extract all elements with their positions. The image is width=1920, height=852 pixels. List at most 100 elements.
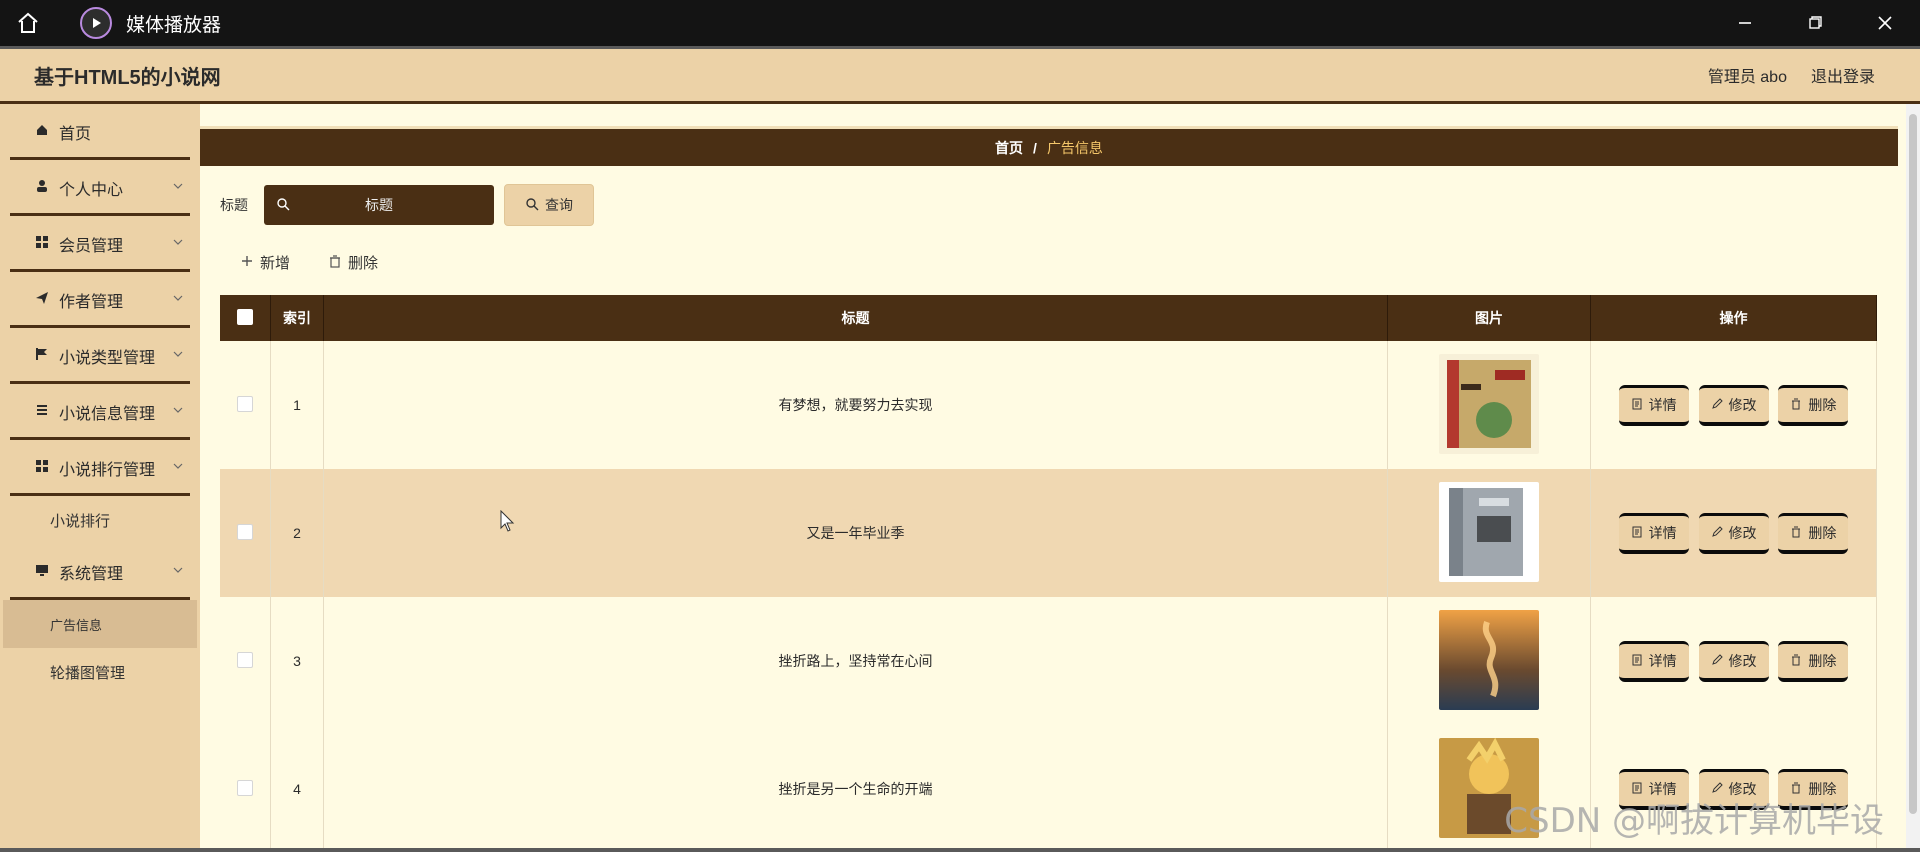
row-title: 有梦想，就要努力去实现 — [323, 341, 1388, 469]
row-index: 4 — [270, 725, 324, 852]
book-cover-grey-hardcover-image — [1439, 481, 1539, 582]
detail-button[interactable]: 详情 — [1618, 640, 1689, 682]
pencil-icon — [1711, 653, 1723, 669]
row-checkbox[interactable] — [237, 395, 253, 412]
select-all-header — [220, 295, 271, 341]
close-icon[interactable] — [1850, 0, 1920, 46]
site-title: 基于HTML5的小说网 — [34, 66, 221, 89]
book-cover-zhuangzi-image — [1439, 353, 1539, 454]
search-icon — [276, 197, 290, 214]
add-button[interactable]: 新增 — [240, 252, 290, 273]
delete-label: 删除 — [1808, 652, 1837, 669]
scrollbar-thumb[interactable] — [1909, 114, 1917, 814]
list-icon — [35, 403, 49, 422]
row-index: 3 — [270, 597, 324, 725]
row-image-cell — [1387, 597, 1591, 725]
bulk-delete-button[interactable]: 删除 — [328, 252, 378, 273]
breadcrumb-home[interactable]: 首页 — [995, 138, 1023, 158]
row-checkbox[interactable] — [237, 523, 253, 540]
search-icon — [525, 197, 539, 214]
table-row: 3 挫折路上，坚持常在心间 详情 修改 删除 — [220, 597, 1877, 725]
delete-button[interactable]: 删除 — [1778, 384, 1849, 426]
grid-icon — [35, 235, 49, 254]
trash-icon — [1790, 653, 1802, 669]
title-header: 标题 — [323, 295, 1388, 341]
detail-button[interactable]: 详情 — [1618, 384, 1689, 426]
row-title: 又是一年毕业季 — [323, 469, 1388, 597]
search-input[interactable]: 标题 — [264, 185, 494, 225]
detail-label: 详情 — [1648, 524, 1677, 541]
content-area: 首页 / 广告信息 标题 标题 查询 新增 删除 索引 标题 图片 操作 1 有… — [200, 104, 1920, 852]
table-row: 2 又是一年毕业季 详情 修改 删除 — [220, 469, 1877, 597]
user-icon — [35, 179, 49, 198]
sidebar-item-authors[interactable]: 作者管理 — [0, 272, 200, 328]
delete-button[interactable]: 删除 — [1778, 640, 1849, 682]
edit-button[interactable]: 修改 — [1698, 640, 1769, 682]
row-image-cell — [1387, 469, 1591, 597]
sidebar: 首页 个人中心 会员管理 作者管理 小说类型管理 小说信息管理 小说排行管理 小… — [0, 104, 200, 852]
row-image-cell — [1387, 341, 1591, 469]
sidebar-subitem-label: 轮播图管理 — [50, 664, 126, 682]
row-checkbox[interactable] — [237, 779, 253, 796]
delete-label: 删除 — [1808, 524, 1837, 541]
search-row: 标题 标题 查询 — [200, 184, 1920, 226]
logout-link[interactable]: 退出登录 — [1811, 63, 1875, 87]
mouse-cursor-icon — [500, 509, 516, 537]
edit-label: 修改 — [1728, 396, 1757, 413]
sidebar-item-label: 作者管理 — [59, 294, 124, 311]
sidebar-item-members[interactable]: 会员管理 — [0, 216, 200, 272]
sidebar-item-novel-ranking[interactable]: 小说排行管理 — [0, 440, 200, 496]
ops-header: 操作 — [1590, 295, 1877, 341]
sidebar-item-profile[interactable]: 个人中心 — [0, 160, 200, 216]
sidebar-subitem-carousel[interactable]: 轮播图管理 — [0, 648, 200, 696]
edit-button[interactable]: 修改 — [1698, 512, 1769, 554]
row-title: 挫折路上，坚持常在心间 — [323, 597, 1388, 725]
restore-icon[interactable] — [1780, 0, 1850, 46]
delete-button[interactable]: 删除 — [1778, 512, 1849, 554]
grid-icon — [35, 459, 49, 478]
chevron-down-icon — [172, 563, 184, 581]
edit-label: 修改 — [1728, 524, 1757, 541]
select-all-checkbox[interactable] — [237, 308, 253, 325]
window-title: 媒体播放器 — [126, 14, 222, 36]
minimize-icon[interactable] — [1710, 0, 1780, 46]
row-checkbox[interactable] — [237, 651, 253, 668]
edit-button[interactable]: 修改 — [1698, 384, 1769, 426]
row-ops-cell: 详情 修改 删除 — [1590, 597, 1877, 725]
pencil-icon — [1711, 397, 1723, 413]
plus-icon — [240, 254, 254, 272]
detail-label: 详情 — [1648, 652, 1677, 669]
home-icon[interactable] — [0, 11, 56, 35]
content-scrollbar[interactable] — [1906, 104, 1920, 852]
sidebar-item-system[interactable]: 系统管理 — [0, 544, 200, 600]
sidebar-item-novel-info[interactable]: 小说信息管理 — [0, 384, 200, 440]
sidebar-subitem-ranking[interactable]: 小说排行 — [0, 496, 200, 544]
index-header: 索引 — [270, 295, 324, 341]
document-icon — [1631, 653, 1643, 669]
send-icon — [35, 291, 49, 310]
row-select-cell — [220, 725, 271, 852]
table-row: 1 有梦想，就要努力去实现 详情 修改 删除 — [220, 341, 1877, 469]
sidebar-item-home[interactable]: 首页 — [0, 104, 200, 160]
detail-button[interactable]: 详情 — [1618, 512, 1689, 554]
window-controls — [1710, 0, 1920, 46]
ads-table: 索引 标题 图片 操作 1 有梦想，就要努力去实现 详情 修改 删除 2 又是一… — [220, 295, 1877, 852]
sidebar-item-label: 首页 — [59, 126, 92, 143]
row-ops-cell: 详情 修改 删除 — [1590, 469, 1877, 597]
sidebar-subitem-ads[interactable]: 广告信息 — [3, 600, 197, 648]
row-select-cell — [220, 469, 271, 597]
main-layout: 首页 个人中心 会员管理 作者管理 小说类型管理 小说信息管理 小说排行管理 小… — [0, 104, 1920, 852]
delete-label: 删除 — [1808, 396, 1837, 413]
row-select-cell — [220, 597, 271, 725]
chevron-down-icon — [172, 291, 184, 309]
document-icon — [1631, 397, 1643, 413]
row-index: 1 — [270, 341, 324, 469]
query-button[interactable]: 查询 — [504, 184, 594, 226]
sidebar-item-novel-types[interactable]: 小说类型管理 — [0, 328, 200, 384]
row-title: 挫折是另一个生命的开端 — [323, 725, 1388, 852]
breadcrumb-separator: / — [1033, 139, 1037, 156]
media-player-logo-icon — [80, 7, 112, 39]
pencil-icon — [1711, 525, 1723, 541]
admin-user-label: 管理员 abo — [1707, 69, 1787, 86]
detail-label: 详情 — [1648, 396, 1677, 413]
